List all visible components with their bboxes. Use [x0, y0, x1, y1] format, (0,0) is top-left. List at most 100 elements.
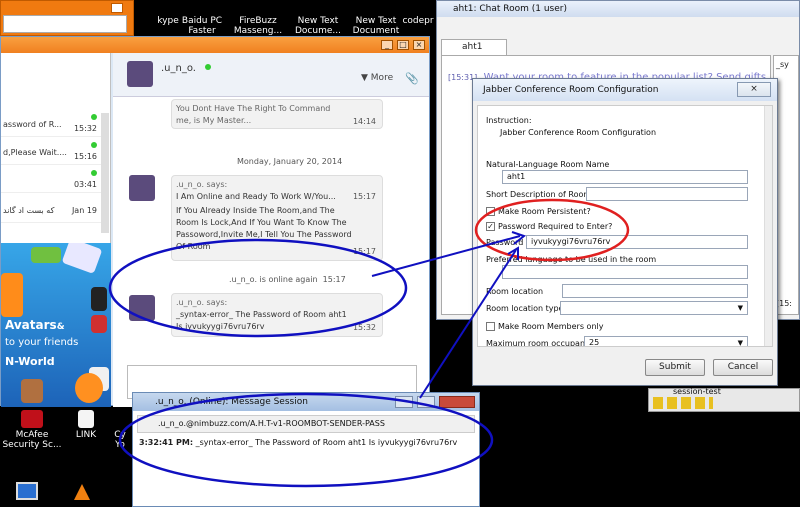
- orange-window-field[interactable]: [3, 15, 127, 33]
- room-location-type-select[interactable]: ▼: [560, 301, 748, 315]
- contact-time: 15:32: [73, 124, 97, 133]
- desktop-icon-label: LINK: [75, 430, 97, 440]
- desktop-icon-label: FireBuzz Masseng...: [233, 16, 283, 36]
- mcafee-icon: [21, 410, 43, 428]
- desktop-icon-cy[interactable]: Cy Yo: [108, 430, 132, 450]
- contact-name: .u_n_o.: [161, 63, 196, 74]
- persistent-checkbox[interactable]: [486, 207, 495, 216]
- message-bubble: .u_n_o. says: I Am Online and Ready To W…: [171, 175, 383, 261]
- message-time: 14:14: [352, 117, 376, 126]
- maximize-button[interactable]: [417, 396, 435, 408]
- cancel-button[interactable]: Cancel: [713, 359, 773, 376]
- max-occupants-select[interactable]: 25 ▼: [584, 336, 748, 347]
- conversation-header: .u_n_o. ▼ More 📎: [113, 53, 429, 97]
- room-location-field[interactable]: [562, 284, 748, 298]
- message-bubble: You Dont Have The Right To Command me, i…: [171, 99, 383, 129]
- message-sender: .u_n_o. says:: [176, 298, 228, 307]
- room-titlebar[interactable]: aht1: Chat Room (1 user): [437, 1, 799, 17]
- password-required-label: Password Required to Enter?: [498, 222, 613, 231]
- contact-snippet: assword of R...: [3, 120, 62, 129]
- room-title: aht1: Chat Room (1 user): [453, 4, 567, 14]
- desktop-icon-baidu[interactable]: Baidu PC Faster: [172, 16, 232, 36]
- avatar[interactable]: [129, 295, 155, 321]
- minimize-button[interactable]: _: [381, 40, 393, 50]
- gamepad-icon: [31, 247, 61, 263]
- desktop-icon-label: McAfee Security Sc...: [2, 430, 62, 450]
- short-description-field[interactable]: [586, 187, 748, 201]
- message-text: Is iyvukyygi76vru76rv: [176, 322, 265, 331]
- desktop-icon-new-text-doc-2[interactable]: New Text Document: [346, 16, 406, 36]
- password-field[interactable]: iyvukyygi76vru76rv: [526, 235, 748, 249]
- list-item[interactable]: assword of R... 15:32: [1, 113, 109, 137]
- contact-time: 15:16: [73, 152, 97, 161]
- instruction-label: Instruction:: [486, 116, 532, 125]
- message-sender: .u_n_o. says:: [176, 180, 228, 189]
- ad-line2: to your friends: [5, 337, 79, 348]
- password-required-checkbox[interactable]: ✓: [486, 222, 495, 231]
- language-field[interactable]: [502, 265, 748, 279]
- contact-time: 03:41: [73, 180, 97, 189]
- minimize-button[interactable]: [395, 396, 413, 408]
- online-status-icon: [91, 114, 97, 120]
- chevron-down-icon: ▼: [737, 304, 743, 312]
- close-button[interactable]: ×: [413, 40, 425, 50]
- desktop-icon-label: New Text Docume...: [295, 16, 341, 36]
- members-only-label: Make Room Members only: [498, 322, 604, 331]
- message-text: I Am Online and Ready To Work W/You...: [176, 192, 336, 201]
- desktop-icon-link[interactable]: LINK: [56, 410, 116, 440]
- chat-titlebar[interactable]: _ □ ×: [1, 37, 429, 53]
- close-button[interactable]: [439, 396, 475, 408]
- max-occupants-label: Maximum room occupants: [486, 339, 593, 347]
- more-button[interactable]: ▼ More: [361, 73, 393, 83]
- toolbar-icons[interactable]: [653, 397, 713, 409]
- list-item[interactable]: 03:41: [1, 169, 109, 193]
- list-item[interactable]: ﮐﻪ ﺑﺴﺖ ﺍﺩ ﮔﺎﻧﺪ Jan 19: [1, 199, 109, 223]
- close-button[interactable]: ×: [737, 82, 771, 97]
- room-name-field[interactable]: aht1: [502, 170, 748, 184]
- tab-room[interactable]: aht1: [441, 39, 507, 55]
- date-separator: Monday, January 20, 2014: [237, 157, 343, 166]
- ad-headline: Avatars&: [5, 318, 65, 332]
- attach-icon[interactable]: 📎: [405, 72, 419, 85]
- members-only-checkbox[interactable]: [486, 322, 495, 331]
- maximize-button[interactable]: □: [397, 40, 409, 50]
- rabbit-icon: [21, 379, 43, 403]
- desktop-icon-mcafee[interactable]: McAfee Security Sc...: [2, 410, 62, 450]
- recipient-address: .u_n_o.@nimbuzz.com/A.H.T-v1-ROOMBOT-SEN…: [137, 415, 475, 433]
- desktop-icon-new-text-doc-1[interactable]: New Text Docume...: [288, 16, 348, 36]
- message-time: 15:32: [352, 323, 376, 332]
- scrollbar[interactable]: [764, 106, 772, 346]
- dialog-title: Jabber Conference Room Configuration: [473, 79, 777, 101]
- orange-window: [0, 0, 134, 36]
- desktop-icon-label: New Text Document: [352, 16, 400, 36]
- submit-button[interactable]: Submit: [645, 359, 705, 376]
- desktop-icon-codepr[interactable]: codepr: [398, 16, 438, 26]
- message-session-window: .u_n_o. (Online): Message Session .u_n_o…: [132, 392, 480, 507]
- online-status-icon: [91, 170, 97, 176]
- message-time: 15:17: [352, 192, 376, 201]
- message-bubble: .u_n_o. says: _syntax-error_ The Passwor…: [171, 293, 383, 337]
- window-icon[interactable]: [16, 482, 38, 500]
- chevron-down-icon: ▼: [361, 73, 371, 83]
- desktop-icon-label: Cy Yo: [114, 430, 126, 450]
- list-item[interactable]: d,Please Wait.... 15:16: [1, 141, 109, 165]
- desktop-icon-firebuzz[interactable]: FireBuzz Masseng...: [228, 16, 288, 36]
- chevron-down-icon: ▼: [737, 339, 743, 347]
- message-text: You Dont Have The Right To Command me, i…: [176, 104, 331, 125]
- avatar[interactable]: [129, 175, 155, 201]
- window-label: session-test: [673, 387, 721, 396]
- fish-icon: [75, 373, 103, 403]
- scrollbar[interactable]: [101, 113, 109, 233]
- room-location-type-label: Room location type: [486, 304, 564, 313]
- vlc-icon[interactable]: [74, 484, 90, 500]
- advertisement-panel[interactable]: Avatars& to your friends N-World: [1, 243, 111, 407]
- contact-snippet: ﮐﻪ ﺑﺴﺖ ﺍﺩ ﮔﺎﻧﺪ: [3, 206, 55, 215]
- session-message: 3:32:41 PM: _syntax-error_ The Password …: [139, 438, 458, 447]
- room-location-label: Room location: [486, 287, 544, 296]
- letter-n-icon: [1, 273, 23, 317]
- message-time: 15:17: [352, 247, 376, 256]
- room-tab-label: aht1: [462, 42, 483, 52]
- contact-time: Jan 19: [71, 206, 97, 215]
- close-icon[interactable]: [111, 3, 123, 13]
- avatar[interactable]: [127, 61, 153, 87]
